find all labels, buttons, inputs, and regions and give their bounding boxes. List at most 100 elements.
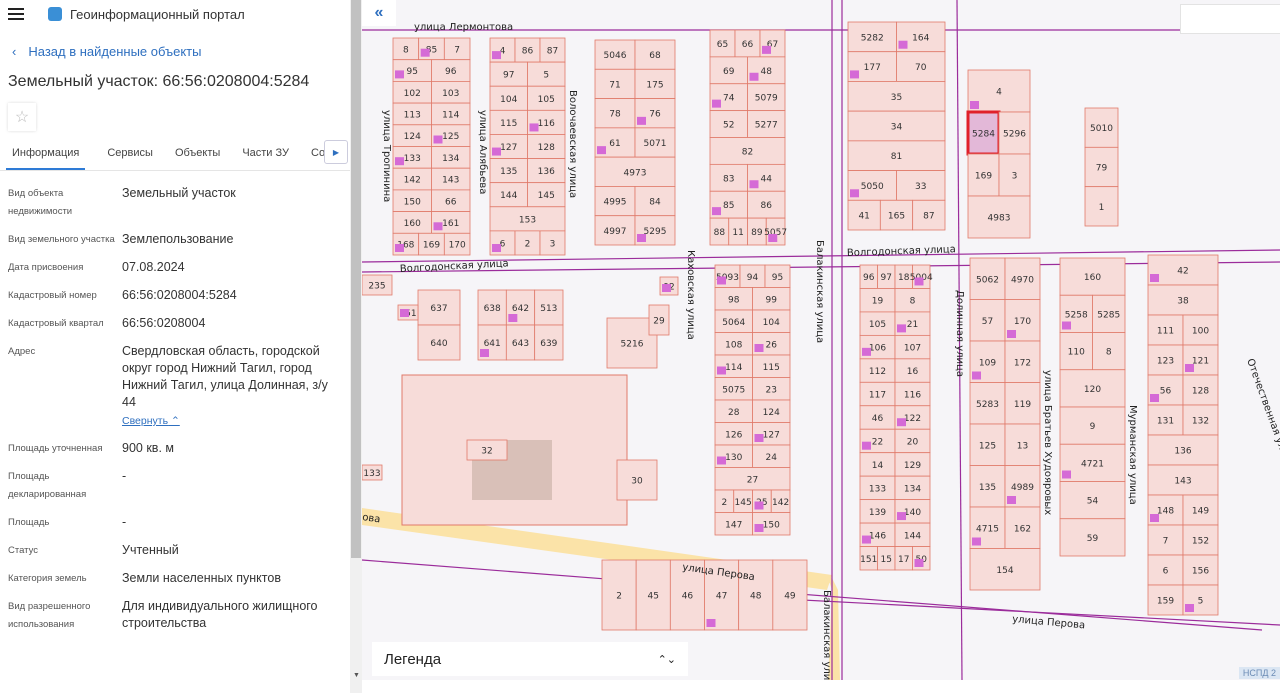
- selected-parcel[interactable]: 5284: [966, 110, 1001, 156]
- parcel[interactable]: 640: [417, 324, 461, 361]
- parcel[interactable]: 74: [709, 83, 748, 112]
- parcel[interactable]: 133: [859, 475, 896, 501]
- parcel[interactable]: 66: [734, 29, 761, 58]
- parcel[interactable]: 29: [648, 304, 670, 336]
- parcel[interactable]: 5282: [847, 21, 897, 53]
- back-link[interactable]: ‹ Назад в найденные объекты: [0, 44, 350, 59]
- parcel[interactable]: 52: [709, 110, 748, 138]
- parcel[interactable]: 172: [1004, 340, 1041, 383]
- parcel[interactable]: 144: [489, 182, 528, 208]
- map-view[interactable]: 8 85 7 95 96 102 103 113 114 124 125 133 134 142 143 15…: [362, 0, 1280, 680]
- parcel[interactable]: 79: [1084, 146, 1119, 188]
- parcel[interactable]: 126: [714, 422, 753, 446]
- parcel[interactable]: 8: [894, 288, 931, 313]
- parcel[interactable]: 61: [594, 127, 636, 158]
- parcel[interactable]: 123: [1147, 344, 1184, 376]
- parcel[interactable]: 114: [714, 354, 753, 378]
- parcel[interactable]: 136: [1147, 434, 1219, 466]
- parcel[interactable]: 71: [594, 68, 636, 99]
- parcel[interactable]: 134: [431, 146, 471, 169]
- parcel[interactable]: 87: [539, 37, 566, 63]
- map-canvas[interactable]: 8 85 795 96102 103113 114124 125133 134142 14315…: [362, 0, 1280, 680]
- parcel[interactable]: 128: [527, 134, 566, 159]
- parcel[interactable]: 9: [1059, 406, 1126, 445]
- parcel[interactable]: 124: [752, 399, 791, 423]
- scrollbar-thumb[interactable]: [351, 0, 361, 558]
- parcel[interactable]: 65: [709, 29, 736, 58]
- parcel[interactable]: 4715: [969, 506, 1006, 549]
- parcel[interactable]: 5296: [998, 111, 1031, 155]
- parcel[interactable]: 86: [514, 37, 541, 63]
- parcel[interactable]: 57: [969, 299, 1006, 342]
- parcel[interactable]: 175: [634, 68, 676, 99]
- parcel[interactable]: 116: [894, 381, 931, 407]
- parcel[interactable]: 5079: [747, 83, 786, 112]
- parcel[interactable]: 5057: [764, 217, 787, 246]
- parcel[interactable]: 7: [1147, 524, 1184, 556]
- parcel[interactable]: 4970: [1004, 257, 1041, 300]
- parcel[interactable]: 48: [747, 56, 786, 85]
- panel-scrollbar[interactable]: ▼: [350, 0, 362, 693]
- parcel[interactable]: 94: [739, 264, 766, 288]
- parcel[interactable]: 235: [362, 274, 393, 296]
- parcel[interactable]: 135: [969, 465, 1006, 508]
- parcel[interactable]: 1: [1084, 186, 1119, 227]
- parcel[interactable]: 5004: [910, 264, 933, 289]
- parcel[interactable]: 97: [489, 61, 528, 87]
- parcel[interactable]: 146: [859, 522, 896, 547]
- parcel[interactable]: 16: [894, 358, 931, 383]
- parcel[interactable]: 144: [894, 522, 931, 547]
- parcel[interactable]: 5: [1182, 584, 1219, 616]
- parcel[interactable]: 30: [616, 459, 658, 501]
- parcel[interactable]: 147: [714, 512, 753, 536]
- menu-icon[interactable]: [8, 8, 24, 20]
- parcel[interactable]: 5: [527, 61, 566, 87]
- parcel[interactable]: 98: [714, 287, 753, 311]
- parcel[interactable]: 149: [1182, 494, 1219, 526]
- parcel[interactable]: 104: [752, 309, 791, 333]
- parcel[interactable]: 136: [527, 158, 566, 184]
- parcel[interactable]: 162: [1004, 506, 1041, 549]
- parcel[interactable]: 125: [431, 124, 471, 147]
- parcel[interactable]: 151: [859, 546, 878, 571]
- parcel[interactable]: 114: [431, 102, 471, 126]
- parcel[interactable]: 5093: [714, 264, 741, 288]
- parcel[interactable]: 102: [392, 81, 432, 104]
- parcel[interactable]: 23: [752, 377, 791, 401]
- scroll-down-icon[interactable]: ▼: [353, 672, 360, 679]
- parcel[interactable]: 637: [417, 289, 461, 326]
- parcel[interactable]: 13: [1004, 423, 1041, 466]
- parcel[interactable]: 143: [1147, 464, 1219, 496]
- parcel[interactable]: 27: [714, 467, 791, 491]
- parcel[interactable]: 14: [859, 452, 896, 477]
- parcel[interactable]: 34: [847, 110, 946, 142]
- map-search-box[interactable]: [1180, 4, 1280, 34]
- parcel[interactable]: 251: [397, 304, 419, 321]
- parcel[interactable]: 5050: [847, 170, 897, 201]
- parcel[interactable]: 107: [894, 334, 931, 360]
- parcel[interactable]: 78: [594, 98, 636, 129]
- parcel[interactable]: 41: [847, 199, 881, 231]
- parcel[interactable]: 154: [969, 548, 1041, 591]
- parcel[interactable]: 46: [859, 405, 896, 430]
- parcel[interactable]: 5071: [634, 127, 676, 158]
- parcel[interactable]: 643: [505, 324, 536, 361]
- parcel[interactable]: 121: [1182, 344, 1219, 376]
- parcel[interactable]: 50: [912, 546, 931, 571]
- parcel[interactable]: 105: [859, 311, 896, 336]
- parcel[interactable]: 97: [877, 264, 896, 289]
- parcel[interactable]: 2: [601, 559, 637, 631]
- parcel[interactable]: 86: [747, 190, 786, 219]
- parcel[interactable]: 11: [728, 217, 748, 246]
- parcel[interactable]: 127: [489, 134, 528, 159]
- parcel[interactable]: 5283: [969, 382, 1006, 425]
- parcel[interactable]: 112: [859, 358, 896, 383]
- parcel[interactable]: 170: [443, 232, 471, 256]
- parcel[interactable]: 5064: [714, 309, 753, 333]
- collapse-panel-button[interactable]: «: [362, 0, 396, 26]
- parcel[interactable]: 96: [859, 264, 878, 289]
- expand-collapse-icon[interactable]: ⌃⌄: [658, 653, 676, 666]
- parcel[interactable]: 85: [418, 37, 445, 61]
- parcel[interactable]: 25: [752, 489, 772, 513]
- parcel[interactable]: 54: [1059, 481, 1126, 520]
